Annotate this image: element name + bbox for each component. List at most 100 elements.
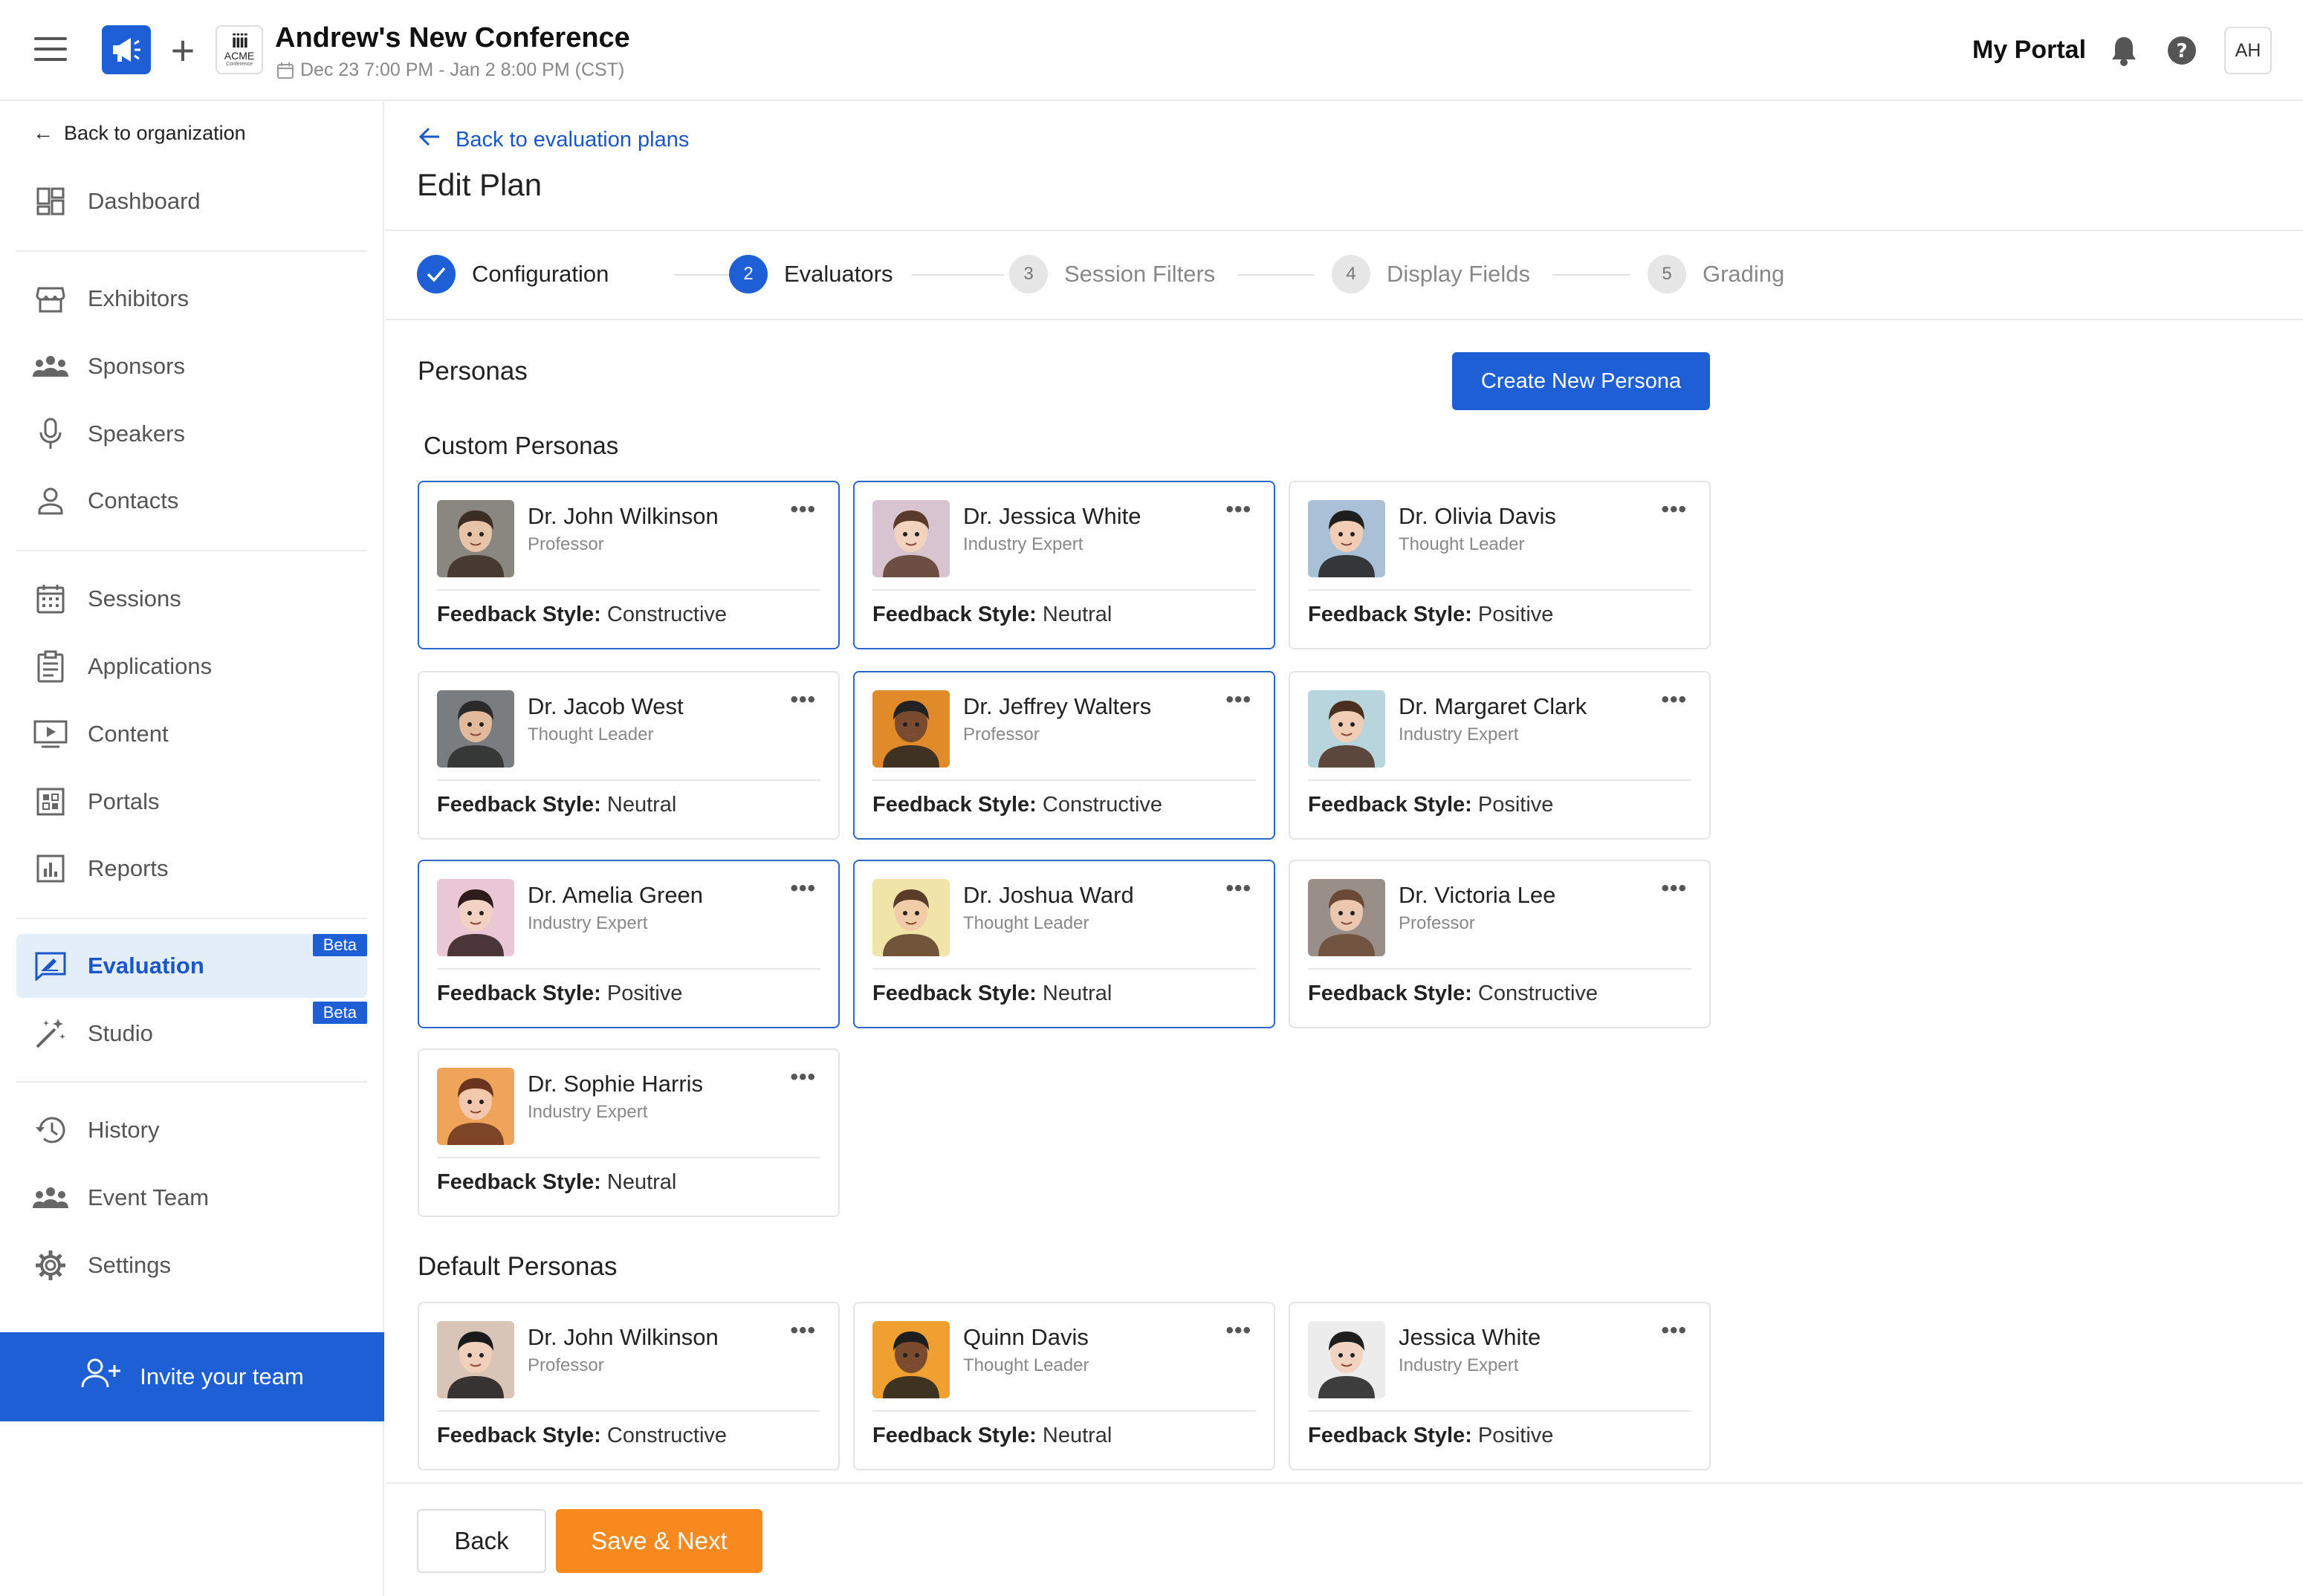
persona-card[interactable]: Dr. Margaret Clark Industry Expert ••• Feed… xyxy=(1289,671,1711,840)
sidebar-item-sponsors[interactable]: Sponsors xyxy=(16,334,367,398)
feedback-style-value: Neutral xyxy=(1042,603,1112,626)
personas-heading: Personas xyxy=(418,357,528,386)
create-new-persona-button[interactable]: Create New Persona xyxy=(1452,352,1710,410)
sidebar-item-contacts[interactable]: Contacts xyxy=(16,469,367,533)
step-configuration[interactable]: Configuration xyxy=(417,255,609,293)
feedback-style: Feedback Style: Neutral xyxy=(872,603,1112,627)
card-divider xyxy=(872,968,1256,970)
feedback-style: Feedback Style: Constructive xyxy=(872,793,1162,817)
feedback-style-label: Feedback Style: xyxy=(437,793,601,817)
persona-card[interactable]: Dr. John Wilkinson Professor ••• Feedback S… xyxy=(418,481,840,649)
sidebar-item-applications[interactable]: Applications xyxy=(16,635,367,698)
back-to-evaluation-plans-label: Back to evaluation plans xyxy=(456,127,690,152)
persona-card[interactable]: Dr. Jeffrey Walters Professor ••• Feedback … xyxy=(853,671,1275,840)
persona-card[interactable]: Dr. Jessica White Industry Expert ••• Feedb… xyxy=(853,481,1275,649)
feedback-style-label: Feedback Style: xyxy=(1308,793,1472,817)
back-to-evaluation-plans-link[interactable]: Back to evaluation plans xyxy=(418,127,689,152)
step-connector xyxy=(1552,274,1630,276)
feedback-style-label: Feedback Style: xyxy=(872,1424,1037,1447)
persona-card[interactable]: Dr. Sophie Harris Industry Expert ••• Feedb… xyxy=(418,1048,840,1217)
step-evaluators[interactable]: 2 Evaluators xyxy=(729,255,893,293)
save-next-button[interactable]: Save & Next xyxy=(556,1509,762,1573)
feedback-style-label: Feedback Style: xyxy=(437,1424,601,1447)
bell-icon[interactable] xyxy=(2109,34,2139,67)
sidebar-item-label: Evaluation xyxy=(88,953,204,979)
persona-role: Professor xyxy=(528,1355,604,1375)
magic-wand-icon xyxy=(33,1016,68,1051)
feedback-style: Feedback Style: Constructive xyxy=(437,1424,727,1448)
megaphone-logo-icon[interactable] xyxy=(102,25,151,74)
persona-name: Quinn Davis xyxy=(963,1324,1089,1350)
more-options-icon[interactable]: ••• xyxy=(790,1065,816,1090)
feedback-style: Feedback Style: Positive xyxy=(1308,793,1553,817)
microphone-icon xyxy=(33,416,68,452)
persona-name: Dr. Sophie Harris xyxy=(528,1071,704,1097)
step-grading[interactable]: 5 Grading xyxy=(1648,255,1784,293)
sidebar-item-speakers[interactable]: Speakers xyxy=(16,402,367,466)
more-options-icon[interactable]: ••• xyxy=(1661,687,1687,713)
more-options-icon[interactable]: ••• xyxy=(1225,687,1251,713)
event-dates: Dec 23 7:00 PM - Jan 2 8:00 PM (CST) xyxy=(276,59,624,81)
sidebar-item-content[interactable]: Content xyxy=(16,702,367,766)
sidebar-item-history[interactable]: History xyxy=(16,1098,367,1162)
more-options-icon[interactable]: ••• xyxy=(1225,1318,1251,1343)
invite-team-button[interactable]: Invite your team xyxy=(0,1332,384,1421)
event-title: Andrew's New Conference xyxy=(275,22,630,53)
storefront-icon xyxy=(33,281,68,317)
persona-card[interactable]: Quinn Davis Thought Leader ••• Feedback Sty… xyxy=(853,1302,1275,1470)
clipboard-icon xyxy=(33,649,68,684)
step-display-fields[interactable]: 4 Display Fields xyxy=(1332,255,1530,293)
card-divider xyxy=(437,1157,820,1158)
help-icon[interactable]: ? xyxy=(2167,36,2197,65)
card-divider xyxy=(872,589,1256,591)
more-options-icon[interactable]: ••• xyxy=(1225,876,1251,901)
play-icon xyxy=(33,716,68,752)
sidebar-item-portals[interactable]: Portals xyxy=(16,770,367,834)
feedback-style-value: Constructive xyxy=(1477,982,1599,1005)
persona-card[interactable]: Dr. Jacob West Thought Leader ••• Feedback … xyxy=(418,671,840,840)
user-avatar[interactable]: AH xyxy=(2224,27,2272,74)
persona-card[interactable]: Dr. Amelia Green Industry Expert ••• Feedba… xyxy=(418,860,840,1028)
persona-role: Professor xyxy=(963,724,1040,745)
step-label: Grading xyxy=(1703,261,1785,287)
sidebar-item-label: Studio xyxy=(88,1020,153,1046)
sidebar-item-sessions[interactable]: Sessions xyxy=(16,567,367,631)
persona-card[interactable]: Dr. Joshua Ward Thought Leader ••• Feedback… xyxy=(853,860,1275,1028)
more-options-icon[interactable]: ••• xyxy=(1661,1318,1687,1343)
persona-avatar xyxy=(437,690,514,768)
sidebar-item-exhibitors[interactable]: Exhibitors xyxy=(16,267,367,331)
step-session-filters[interactable]: 3 Session Filters xyxy=(1009,255,1215,293)
sidebar-item-reports[interactable]: Reports xyxy=(16,837,367,901)
more-options-icon[interactable]: ••• xyxy=(790,497,816,522)
more-options-icon[interactable]: ••• xyxy=(790,687,816,713)
persona-card[interactable]: Dr. Victoria Lee Professor ••• Feedback Sty… xyxy=(1289,860,1711,1028)
dashboard-icon xyxy=(33,184,68,219)
add-icon[interactable]: + xyxy=(168,30,198,71)
sidebar-item-dashboard[interactable]: Dashboard xyxy=(16,169,367,233)
more-options-icon[interactable]: ••• xyxy=(1661,497,1687,522)
menu-icon[interactable] xyxy=(34,37,67,64)
persona-card[interactable]: Jessica White Industry Expert ••• Feedback … xyxy=(1289,1302,1711,1470)
card-divider xyxy=(437,968,820,970)
sidebar-item-evaluation[interactable]: Evaluation Beta xyxy=(16,934,367,998)
back-to-organization-link[interactable]: ← Back to organization xyxy=(33,121,246,145)
feedback-style-label: Feedback Style: xyxy=(1308,603,1472,626)
sidebar-item-studio[interactable]: Studio Beta xyxy=(16,1002,367,1065)
sidebar-item-event-team[interactable]: Event Team xyxy=(16,1166,367,1230)
persona-card[interactable]: Dr. Olivia Davis Thought Leader ••• Feedbac… xyxy=(1289,481,1711,649)
more-options-icon[interactable]: ••• xyxy=(790,1318,816,1343)
feedback-style-label: Feedback Style: xyxy=(872,603,1037,626)
sidebar-item-label: Portals xyxy=(88,788,160,814)
more-options-icon[interactable]: ••• xyxy=(1661,876,1687,901)
my-portal-link[interactable]: My Portal xyxy=(1972,36,2086,65)
team-icon xyxy=(33,1180,68,1216)
sidebar-item-settings[interactable]: Settings xyxy=(16,1233,367,1297)
persona-card[interactable]: Dr. John Wilkinson Professor ••• Feedback S… xyxy=(418,1302,840,1470)
persona-avatar xyxy=(872,879,950,956)
more-options-icon[interactable]: ••• xyxy=(790,876,816,901)
feedback-style-value: Constructive xyxy=(606,603,728,626)
back-button[interactable]: Back xyxy=(417,1509,546,1573)
more-options-icon[interactable]: ••• xyxy=(1225,497,1251,522)
feedback-style-label: Feedback Style: xyxy=(872,982,1037,1005)
chart-icon xyxy=(33,851,68,886)
